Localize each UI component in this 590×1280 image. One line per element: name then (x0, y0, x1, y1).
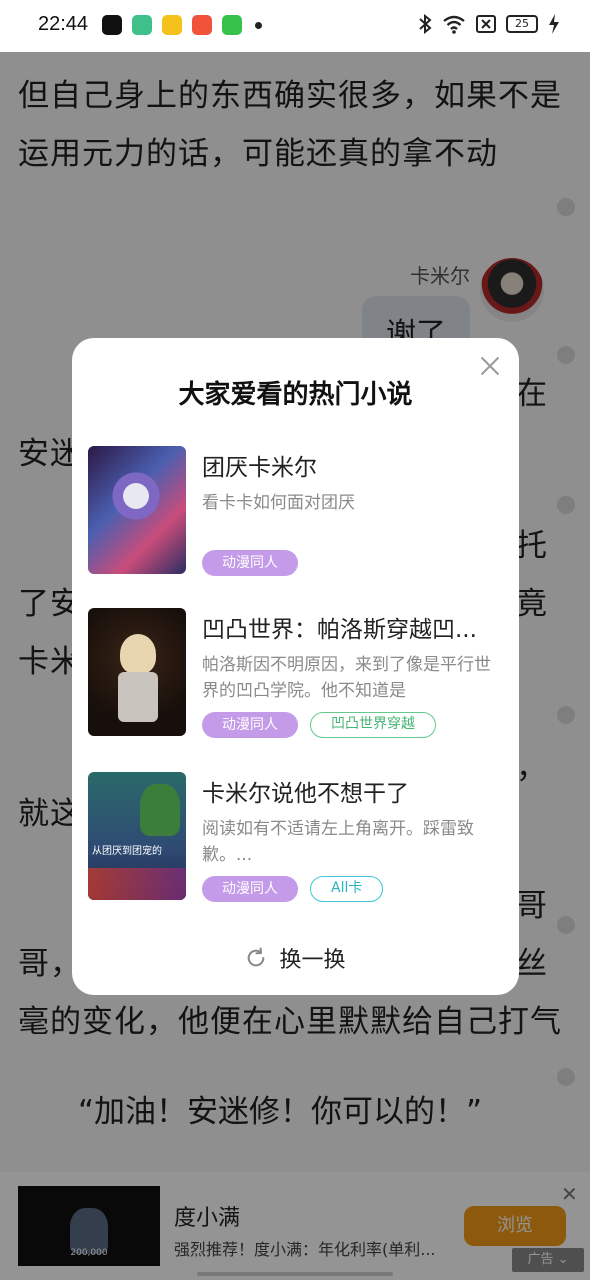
book-item[interactable]: 团厌卡米尔 看卡卡如何面对团厌 动漫同人 (88, 446, 508, 576)
book-tags: 动漫同人 (202, 550, 298, 576)
book-description: 看卡卡如何面对团厌 (202, 493, 355, 513)
tiktok-app-icon (102, 15, 122, 35)
book-cover-image[interactable] (88, 446, 186, 574)
book-description: 阅读如有不适请左上角离开。踩雷致歉。... (202, 819, 474, 865)
music-app-icon (192, 15, 212, 35)
more-notifications-dot-icon (255, 22, 262, 29)
notes-app-icon (162, 15, 182, 35)
book-tag[interactable]: 动漫同人 (202, 712, 298, 738)
battery-icon: 25 (506, 15, 538, 33)
popular-novels-dialog: 大家爱看的热门小说 团厌卡米尔 看卡卡如何面对团厌 动漫同人 凹凸世界：帕洛斯穿… (72, 338, 519, 995)
book-cover-image[interactable] (88, 608, 186, 736)
book-item[interactable]: 从团厌到团宠的 卡米尔说他不想干了 阅读如有不适请左上角离开。踩雷致歉。... … (88, 772, 508, 902)
book-tag[interactable]: All卡 (310, 876, 384, 902)
refresh-button[interactable]: 换一换 (72, 942, 519, 974)
refresh-icon (248, 947, 265, 967)
book-tag[interactable]: 凹凸世界穿越 (310, 712, 436, 738)
book-title: 团厌卡米尔 (202, 455, 317, 481)
book-tags: 动漫同人 All卡 (202, 876, 384, 902)
book-tag[interactable]: 动漫同人 (202, 876, 298, 902)
notification-app-icons (102, 15, 242, 35)
bluetooth-icon (419, 14, 432, 34)
refresh-label: 换一换 (279, 948, 346, 973)
green-app-icon (132, 15, 152, 35)
status-bar: 22:44 25 (0, 0, 590, 52)
wifi-icon (443, 15, 465, 34)
book-description: 帕洛斯因不明原因，来到了像是平行世界的凹凸学院。他不知道是 (202, 655, 491, 701)
cover-caption: 从团厌到团宠的 (92, 846, 162, 857)
book-item[interactable]: 凹凸世界：帕洛斯穿越凹... 帕洛斯因不明原因，来到了像是平行世界的凹凸学院。他… (88, 608, 508, 738)
charging-icon (549, 14, 559, 34)
book-cover-image[interactable]: 从团厌到团宠的 (88, 772, 186, 900)
book-title: 卡米尔说他不想干了 (202, 781, 409, 807)
book-tags: 动漫同人 凹凸世界穿越 (202, 712, 436, 738)
dialog-title: 大家爱看的热门小说 (178, 380, 413, 410)
book-title: 凹凸世界：帕洛斯穿越凹... (202, 617, 477, 643)
book-tag[interactable]: 动漫同人 (202, 550, 298, 576)
no-sim-icon (476, 15, 496, 33)
store-app-icon (222, 15, 242, 35)
status-time: 22:44 (38, 13, 89, 35)
status-indicators: 25 (418, 14, 560, 34)
